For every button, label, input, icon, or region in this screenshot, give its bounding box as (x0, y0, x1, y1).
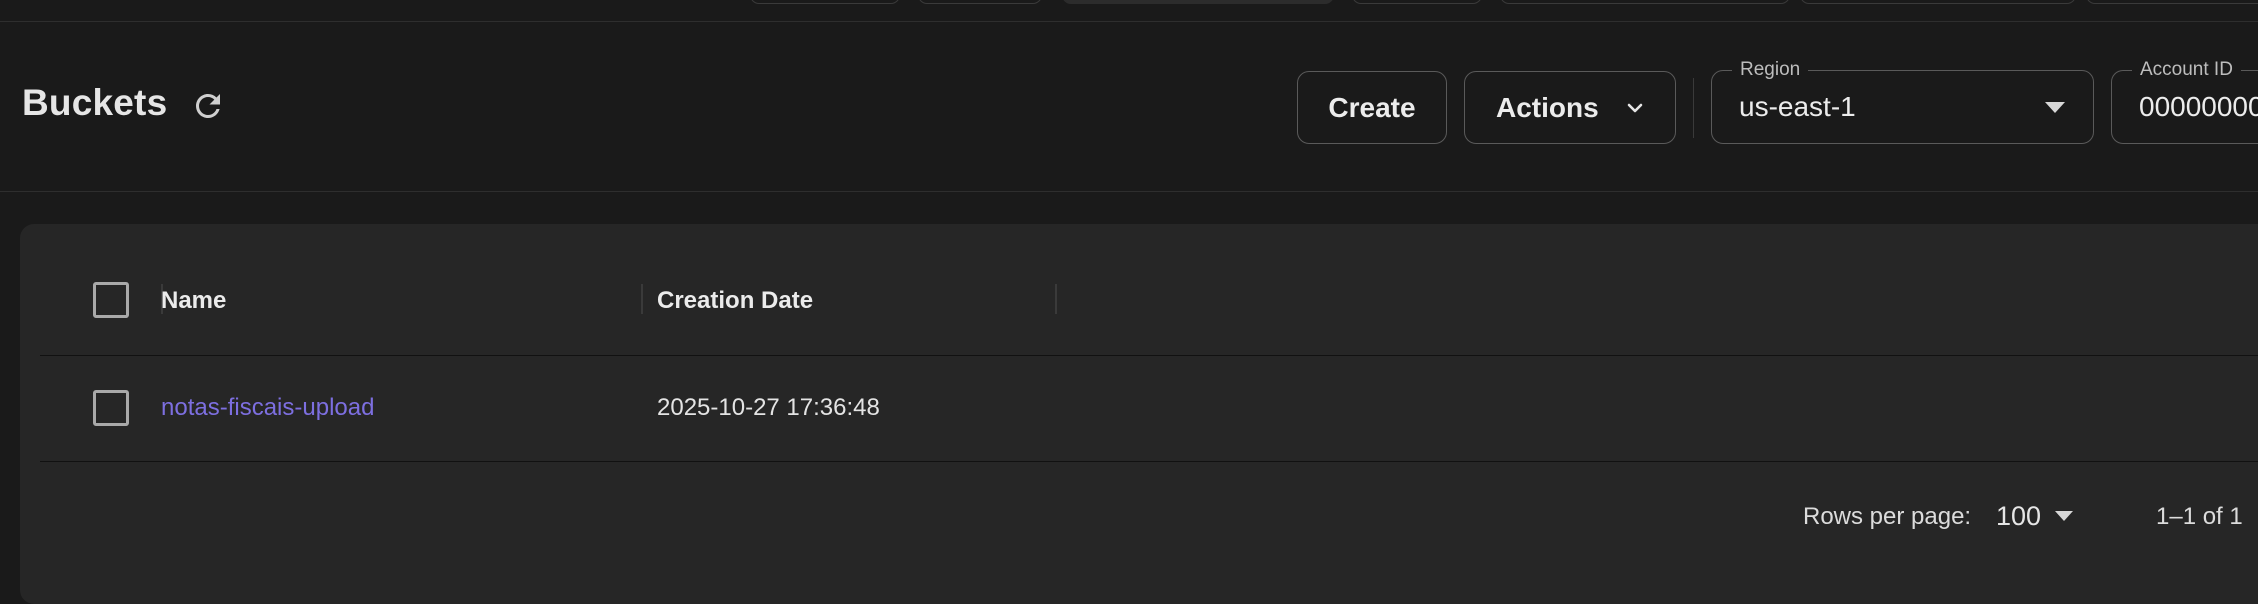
page-header: Buckets Create Actions Region us-east-1 … (0, 22, 2258, 192)
pagination-range: 1–1 of 1 (2156, 503, 2243, 530)
create-button-label: Create (1328, 91, 1416, 123)
column-header-creation-date[interactable]: Creation Date (657, 287, 813, 315)
region-select[interactable]: Region us-east-1 (1711, 59, 2094, 144)
refresh-icon (190, 88, 226, 129)
select-all-checkbox[interactable] (93, 282, 129, 318)
chevron-down-icon (1623, 96, 1647, 120)
table-pagination: Rows per page: 100 1–1 of 1 (20, 462, 2258, 572)
column-separator (641, 284, 643, 314)
toolbar-divider (1693, 78, 1694, 138)
caret-down-icon (2045, 101, 2065, 119)
page-title: Buckets (22, 82, 168, 123)
rows-per-page-label: Rows per page: (1803, 503, 1972, 530)
row-checkbox[interactable] (93, 390, 129, 426)
table-header: Name Creation Date (40, 224, 2258, 356)
top-tab-4[interactable] (1352, 0, 1482, 4)
account-id-label: Account ID (2132, 59, 2241, 81)
top-tab-1[interactable] (750, 0, 900, 4)
top-tab-7[interactable] (2086, 0, 2258, 4)
region-select-label: Region (1732, 59, 1809, 81)
rows-per-page-value: 100 (1996, 500, 2042, 531)
top-tab-strip (0, 0, 2258, 22)
region-select-value: us-east-1 (1739, 91, 1856, 122)
top-tab-5[interactable] (1500, 0, 1790, 4)
buckets-table-card: Name Creation Date notas-fiscais-upload … (20, 224, 2258, 604)
actions-button-label: Actions (1496, 91, 1599, 123)
refresh-button[interactable] (186, 86, 230, 130)
top-tab-6[interactable] (1800, 0, 2076, 4)
bucket-name-link[interactable]: notas-fiscais-upload (161, 394, 374, 422)
create-button[interactable]: Create (1297, 71, 1447, 144)
rows-per-page-select[interactable]: 100 (1996, 496, 2092, 536)
top-tab-3[interactable] (1062, 0, 1334, 4)
bucket-creation-date: 2025-10-27 17:36:48 (657, 394, 880, 421)
column-separator (1055, 284, 1057, 314)
caret-down-icon (2055, 511, 2074, 521)
account-id-field[interactable]: Account ID 00000000 (2111, 59, 2258, 144)
actions-button[interactable]: Actions (1464, 71, 1676, 144)
top-tab-2[interactable] (918, 0, 1042, 4)
account-id-value: 00000000 (2139, 91, 2258, 122)
column-header-name[interactable]: Name (161, 287, 226, 315)
table-row[interactable]: notas-fiscais-upload 2025-10-27 17:36:48 (40, 356, 2258, 462)
